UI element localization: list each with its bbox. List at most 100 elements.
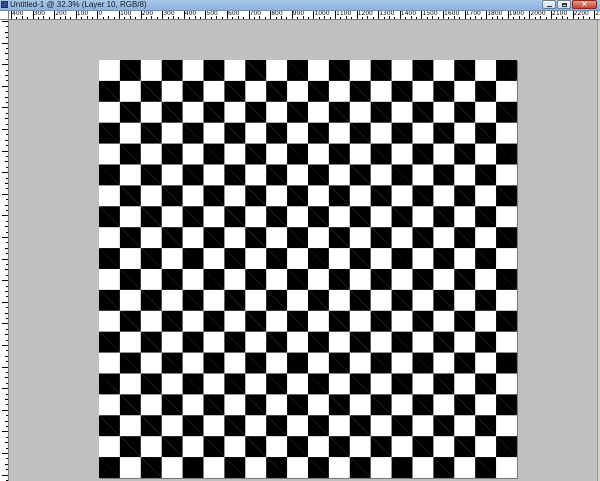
ruler-tick (5, 377, 8, 379)
minimize-button[interactable] (542, 0, 556, 9)
ruler-minor-tick (27, 17, 29, 19)
ruler-minor-tick (588, 17, 590, 19)
ruler-minor-tick (21, 16, 23, 19)
ruler-tick (6, 274, 8, 276)
ruler-major-tick (183, 11, 185, 19)
ruler-tick (6, 415, 8, 417)
ruler-tick (6, 404, 8, 406)
ruler-tick (2, 237, 8, 238)
horizontal-ruler[interactable]: 400 300 200 100 0 100 200 300 400 500 600 700 800 900… (9, 11, 600, 20)
ruler-major-tick (54, 11, 56, 19)
ruler-tick-label: 1500 (422, 11, 438, 17)
ruler-tick (6, 156, 8, 157)
ruler-tick (6, 318, 8, 319)
ruler-minor-tick (156, 17, 158, 19)
ruler-tick (6, 350, 8, 352)
ruler-minor-tick (416, 17, 417, 19)
ruler-tick (2, 323, 8, 325)
ruler-tick (5, 399, 8, 400)
ruler-tick (5, 312, 8, 314)
ruler-minor-tick (475, 16, 477, 19)
ruler-minor-tick (167, 17, 169, 19)
ruler-tick-label: 1400 (400, 11, 417, 17)
ruler-minor-tick (389, 16, 390, 19)
ruler-tick (2, 172, 8, 174)
ruler-tick (6, 199, 8, 201)
ruler-minor-tick (437, 17, 439, 19)
ruler-tick (6, 145, 8, 147)
ruler-minor-tick (275, 17, 277, 19)
ruler-minor-tick (108, 16, 110, 19)
ruler-tick-label: 1300 (379, 11, 395, 17)
ruler-major-tick (227, 11, 228, 19)
ruler-major-tick (594, 11, 596, 19)
ruler-minor-tick (194, 16, 196, 19)
ruler-minor-tick (513, 17, 515, 19)
ruler-tick (6, 188, 8, 190)
title-bar[interactable]: Untitled-1 @ 32.3% (Layer 10, RGB/8) ✕ (0, 0, 600, 11)
ruler-major-tick (11, 11, 12, 19)
ruler-tick (2, 280, 8, 282)
ruler-tick (6, 264, 8, 265)
ruler-major-tick (291, 11, 293, 19)
vertical-ruler[interactable] (0, 11, 9, 481)
maximize-button[interactable] (557, 0, 571, 9)
ruler-minor-tick (221, 17, 223, 19)
ruler-major-tick (97, 11, 99, 19)
ruler-minor-tick (410, 16, 412, 19)
ruler-minor-tick (189, 17, 191, 19)
ruler-major-tick (572, 11, 574, 19)
ruler-tick (5, 139, 8, 141)
ruler-tick (6, 102, 8, 103)
ruler-tick (6, 285, 8, 287)
close-button[interactable]: ✕ (572, 0, 597, 9)
ruler-tick (6, 339, 8, 341)
ruler-major-tick (507, 11, 509, 19)
ruler-minor-tick (173, 16, 174, 19)
minimize-icon (546, 6, 552, 7)
ruler-tick (6, 69, 8, 71)
ruler-major-tick (119, 11, 120, 19)
ruler-tick (2, 453, 8, 454)
ruler-minor-tick (578, 17, 579, 19)
ruler-minor-tick (113, 17, 115, 19)
ruler-minor-tick (281, 16, 282, 19)
ruler-tick (5, 291, 8, 292)
ruler-major-tick (205, 11, 207, 19)
canvas-area[interactable] (9, 20, 600, 481)
ruler-minor-tick (524, 17, 525, 19)
ruler-minor-tick (232, 17, 234, 19)
ruler-minor-tick (254, 17, 255, 19)
ruler-minor-tick (48, 17, 50, 19)
ruler-tick (2, 474, 8, 476)
ruler-minor-tick (86, 16, 88, 19)
ruler-major-tick (75, 11, 77, 19)
ruler-minor-tick (146, 17, 147, 19)
ruler-minor-tick (124, 17, 126, 19)
ruler-tick (5, 355, 8, 357)
ruler-tick (2, 301, 8, 303)
close-icon: ✕ (581, 0, 588, 9)
document-icon (1, 1, 8, 8)
ruler-minor-tick (16, 17, 18, 19)
ruler-minor-tick (497, 16, 498, 19)
ruler-tick (5, 269, 8, 271)
ruler-tick (6, 372, 8, 373)
ruler-major-tick (551, 11, 552, 19)
ruler-tick (6, 58, 8, 60)
checkerboard-canvas[interactable] (99, 60, 517, 478)
ruler-tick-label: 1700 (465, 11, 481, 17)
ruler-origin[interactable] (0, 11, 9, 20)
ruler-minor-tick (102, 17, 104, 19)
ruler-major-tick (335, 11, 336, 19)
ruler-minor-tick (340, 17, 342, 19)
ruler-minor-tick (583, 16, 585, 19)
ruler-minor-tick (480, 17, 482, 19)
ruler-tick-label: 0 (98, 11, 103, 17)
ruler-tick (2, 64, 8, 66)
ruler-tick (6, 37, 8, 39)
ruler-minor-tick (534, 17, 536, 19)
ruler-major-tick (140, 11, 142, 19)
ruler-tick (6, 253, 8, 255)
ruler-major-tick (486, 11, 488, 19)
